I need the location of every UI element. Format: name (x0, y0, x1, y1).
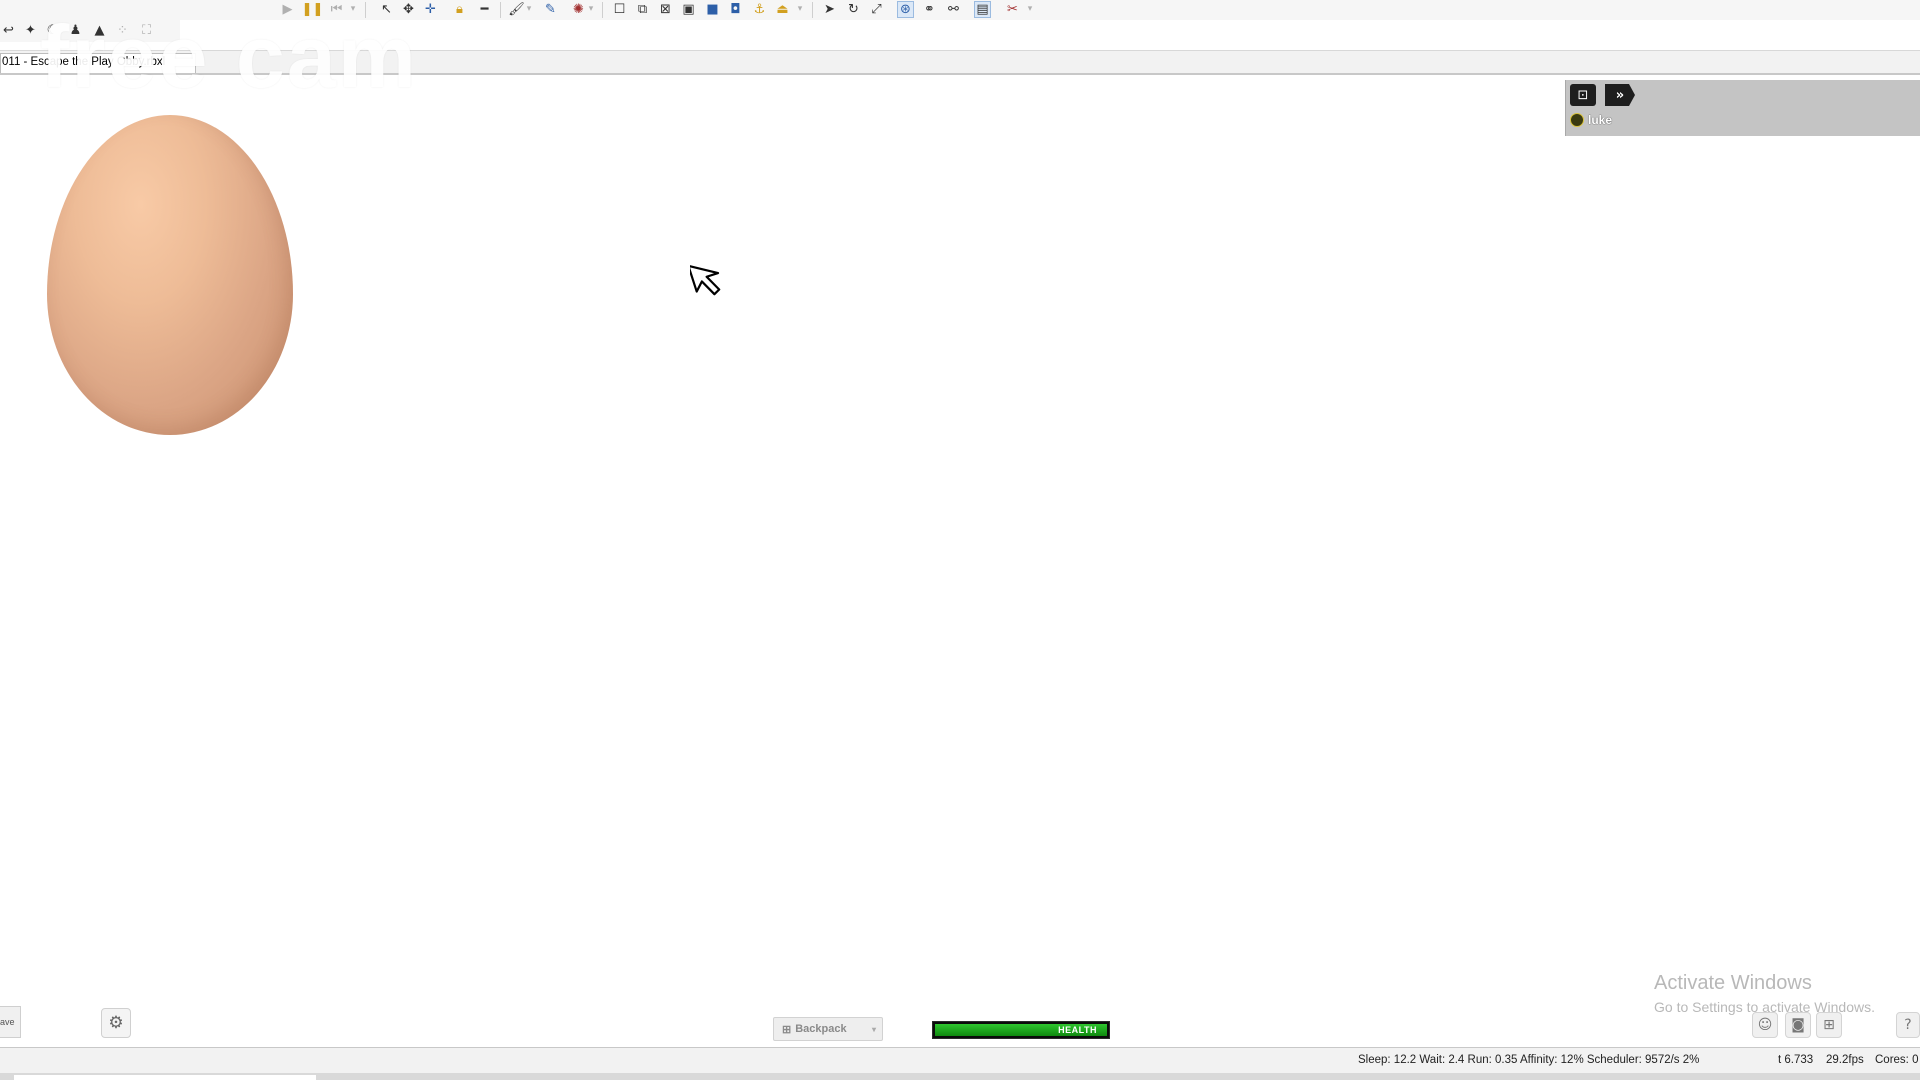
chevron-down-icon: ▾ (871, 1024, 876, 1034)
document-icon[interactable]: ▤ (974, 1, 991, 18)
status-fps: 29.2fps (1826, 1054, 1864, 1066)
scale-icon[interactable]: ⤢ (868, 1, 885, 18)
grid-icon[interactable]: ⁘ (114, 22, 131, 39)
anchor-icon[interactable]: ⚓︎ (751, 1, 768, 18)
arrow-icon[interactable]: ➤ (821, 1, 838, 18)
player-avatar-icon (1570, 113, 1584, 127)
player-name: luke (1588, 113, 1613, 127)
settings-gear-icon[interactable]: ⚙ (101, 1008, 131, 1038)
color-dropdown-icon[interactable]: ▾ (586, 1, 596, 18)
overflow-icon[interactable]: ▾ (348, 1, 358, 18)
help-icon[interactable]: ? (1896, 1012, 1920, 1038)
pause-icon[interactable]: ❚❚ (302, 1, 324, 18)
brush-icon[interactable]: ✎ (542, 1, 559, 18)
ungroup-icon[interactable]: ⊠ (657, 1, 674, 18)
activate-title: Activate Windows (1654, 972, 1812, 994)
status-stats: Sleep: 12.2 Wait: 2.4 Run: 0.35 Affinity… (1358, 1054, 1700, 1066)
camera-icon[interactable]: ◙ (1785, 1012, 1811, 1038)
status-time: t 6.733 (1778, 1054, 1814, 1066)
activate-windows-notice: Activate Windows Go to Settings to activ… (1654, 972, 1875, 1015)
mouse-cursor-icon (690, 264, 721, 296)
document-tab[interactable]: 011 - Escape the Play Obby.rbxl (0, 53, 196, 73)
secondary-toolbar: ↩ ✦ ☾ ♟ ▲ ⁘ ⛶ (0, 20, 180, 42)
step-back-icon[interactable]: ⏮ (328, 1, 345, 18)
tools-icon[interactable]: ✂ (1004, 1, 1021, 18)
play-icon[interactable]: ▶ (279, 1, 296, 18)
moon-icon[interactable]: ☾ (44, 22, 61, 39)
minus-icon[interactable]: ━ (476, 1, 493, 18)
lock-icon[interactable]: 🔒︎ (451, 1, 468, 18)
up-icon[interactable]: ▲ (91, 22, 108, 39)
health-fill: HEALTH (935, 1024, 1107, 1036)
chat-stub[interactable]: ave (0, 1006, 21, 1038)
paint-icon[interactable]: 🖌︎ (508, 1, 525, 18)
overflow2-icon[interactable]: ▾ (795, 1, 805, 18)
fast-forward-icon[interactable]: » (1605, 84, 1635, 106)
rotate-icon[interactable]: ↻ (845, 1, 862, 18)
backpack-label: Backpack (795, 1023, 847, 1035)
taskbar-search[interactable] (14, 1075, 316, 1080)
egg-object[interactable] (47, 115, 293, 435)
record-icon[interactable]: ⊞ (1816, 1012, 1842, 1038)
color-icon[interactable]: ✺ (570, 1, 587, 18)
move-icon[interactable]: ✥ (400, 1, 417, 18)
paint-dropdown-icon[interactable]: ▾ (524, 1, 534, 18)
emote-icon[interactable]: ☺ (1752, 1012, 1778, 1038)
backpack-button[interactable]: ⊞ Backpack ▾ (773, 1017, 883, 1041)
main-toolbar: ▶ ❚❚ ⏮ ▾ ↖ ✥ ✛ 🔒︎ ━ 🖌︎ ▾ ✎ ✺ ▾ ☐ ⧉ ⊠ ▣ ■… (0, 0, 1920, 20)
player-list: ⊡ » luke (1565, 80, 1920, 136)
upload-icon[interactable]: ⏏ (774, 1, 791, 18)
person-icon[interactable]: ♟ (67, 22, 84, 39)
backpack-icon: ⊞ (782, 1023, 792, 1036)
part-icon[interactable]: ☐ (611, 1, 628, 18)
union-icon[interactable]: ◘ (727, 1, 744, 18)
collide-icon[interactable]: ⊛ (897, 1, 914, 18)
group-icon[interactable]: ⧉ (634, 1, 651, 18)
health-bar: HEALTH (932, 1021, 1110, 1039)
status-bar: Sleep: 12.2 Wait: 2.4 Run: 0.35 Affinity… (0, 1047, 1920, 1073)
status-cores: Cores: 0 (1875, 1054, 1919, 1066)
player-entry[interactable]: luke (1570, 112, 1612, 128)
collapse-icon[interactable]: ⊡ (1570, 84, 1596, 106)
undo-icon[interactable]: ↩ (0, 22, 17, 39)
pin-icon[interactable]: ✦ (22, 22, 39, 39)
link-icon[interactable]: ⚭ (921, 1, 938, 18)
joint-icon[interactable]: ⚯ (945, 1, 962, 18)
frame-icon[interactable]: ▣ (680, 1, 697, 18)
overflow3-icon[interactable]: ▾ (1025, 1, 1035, 18)
document-tabstrip: 011 - Escape the Play Obby.rbxl (0, 50, 1920, 75)
health-label: HEALTH (1058, 1025, 1097, 1035)
fullscreen-icon[interactable]: ⛶ (138, 22, 155, 39)
block-icon[interactable]: ■ (704, 1, 721, 18)
taskbar (0, 1073, 1920, 1080)
select-icon[interactable]: ↖ (378, 1, 395, 18)
drag-icon[interactable]: ✛ (422, 1, 439, 18)
